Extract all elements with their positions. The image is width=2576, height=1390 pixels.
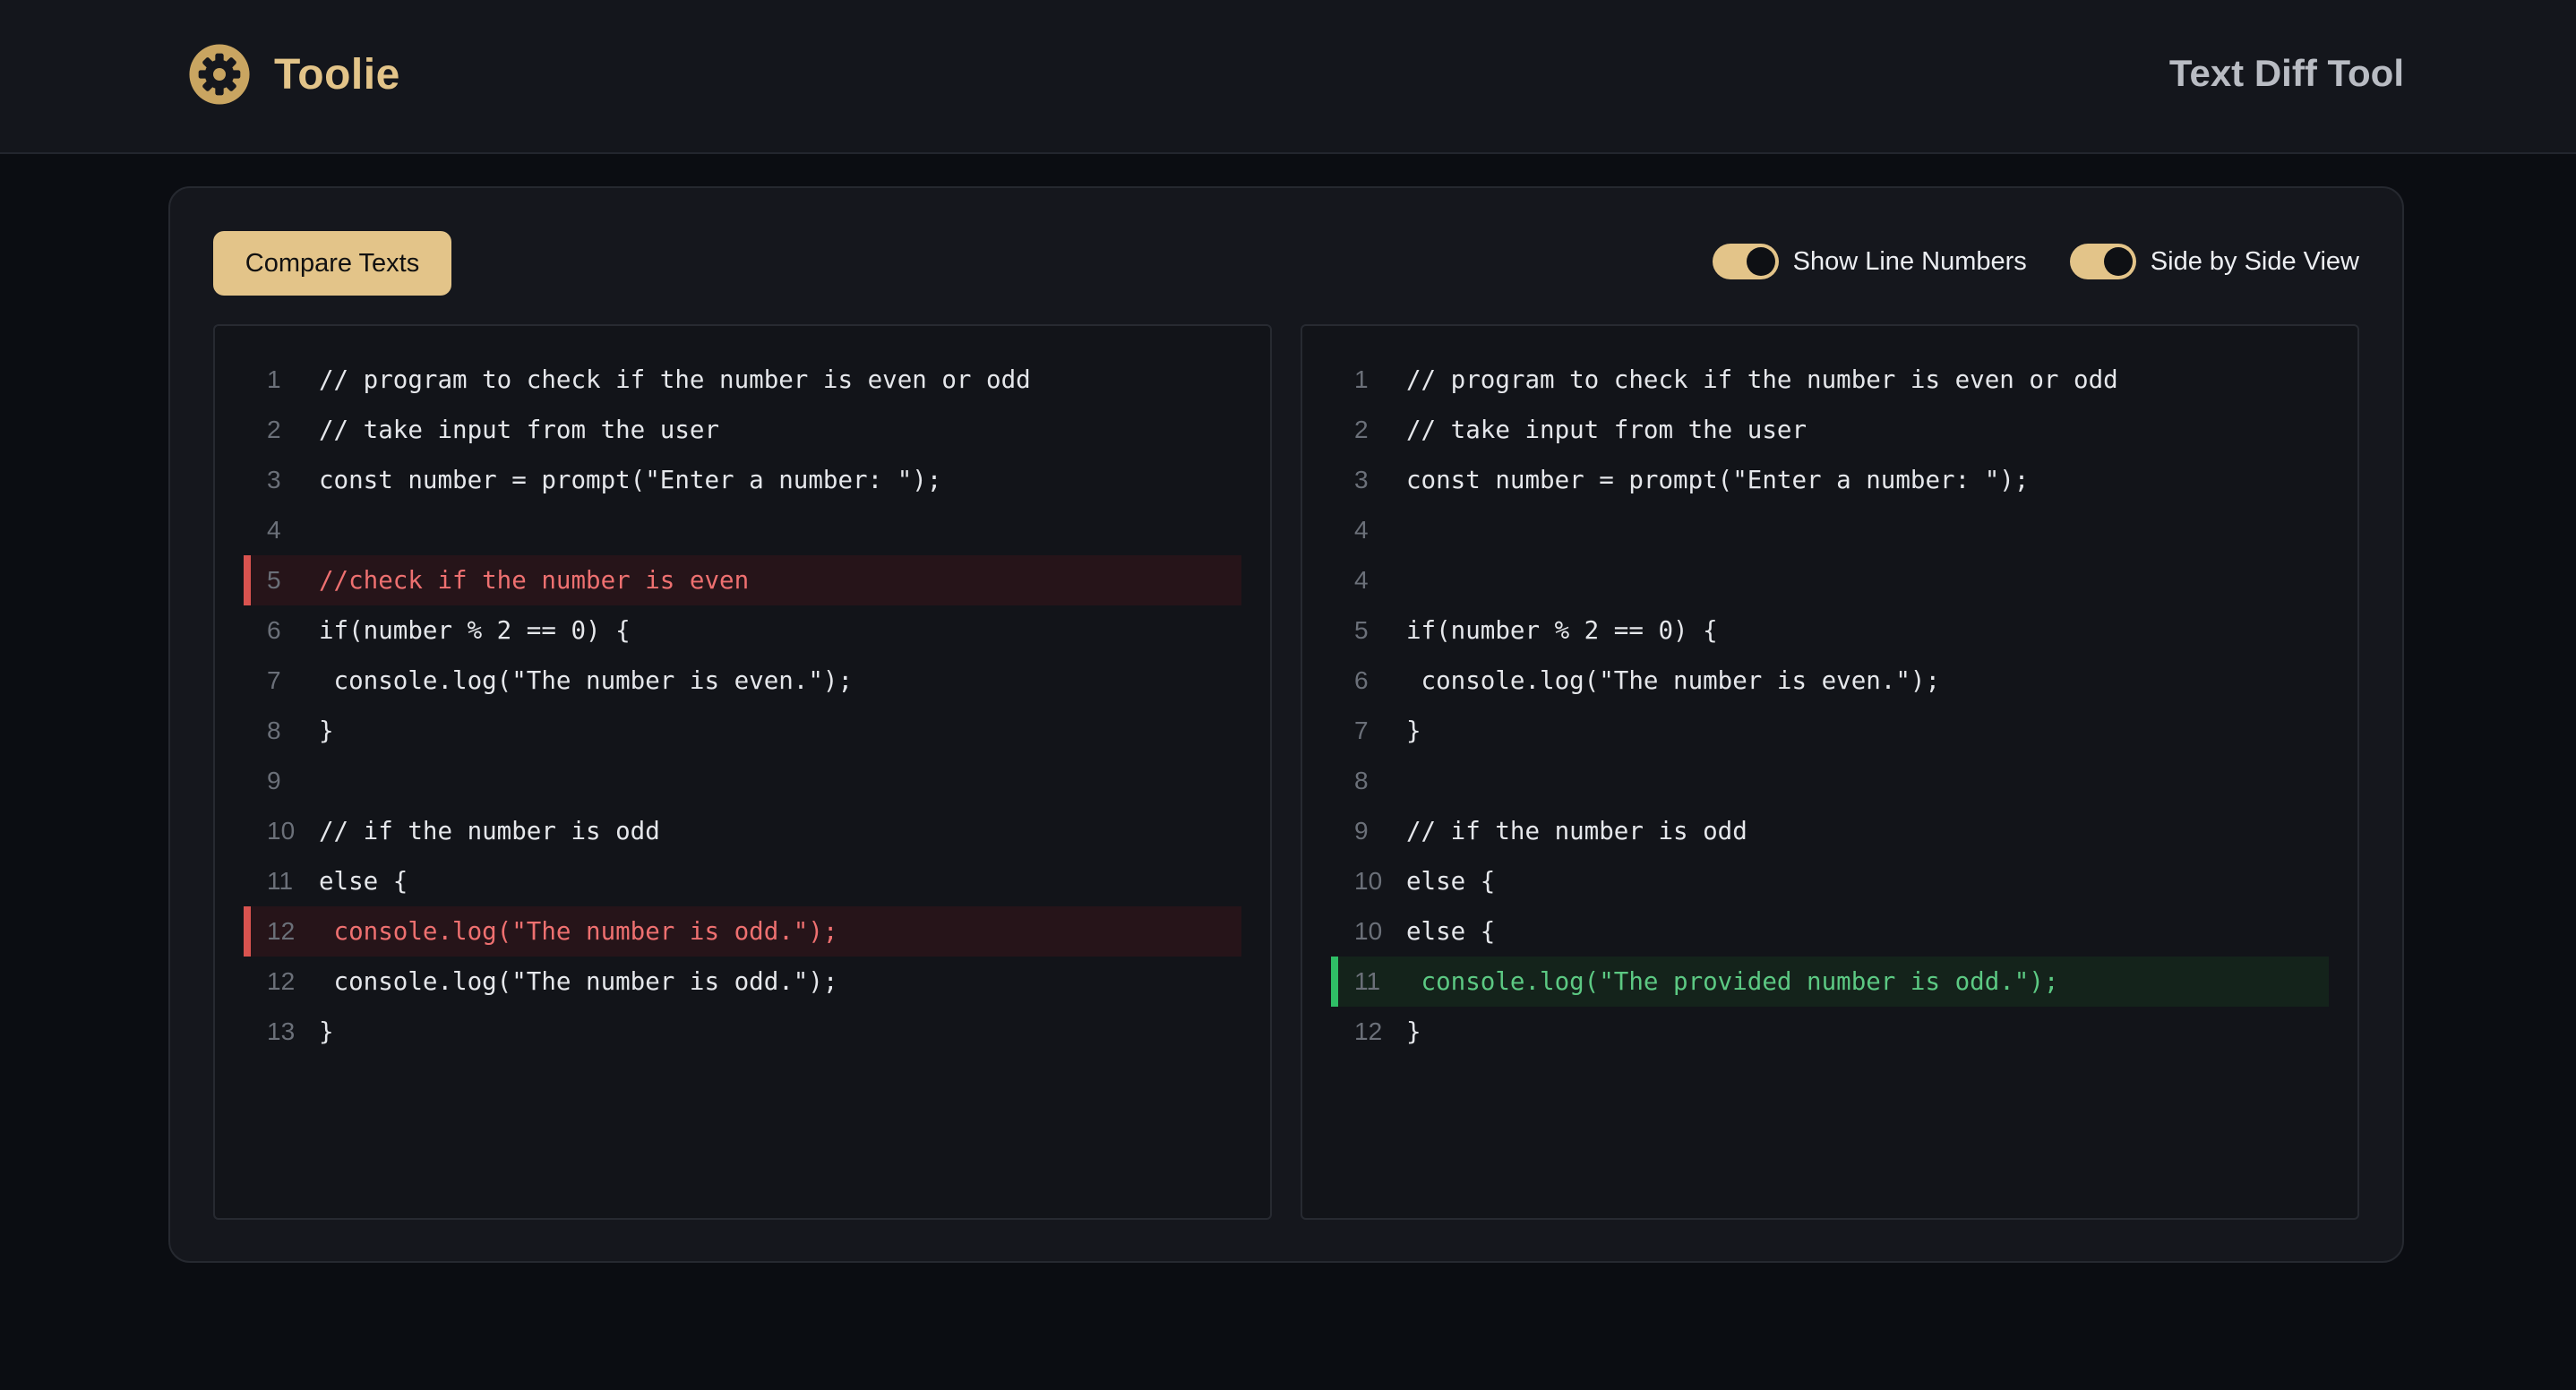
line-number: 11 <box>1354 967 1381 995</box>
side-by-side-option: Side by Side View <box>2069 244 2359 279</box>
toggle-knob <box>2103 247 2133 276</box>
view-options: Show Line Numbers Side by Side View <box>1712 244 2359 279</box>
line-text: } <box>319 1017 334 1046</box>
diff-line: 11 else { <box>244 856 1241 906</box>
line-text: const number = prompt("Enter a number: "… <box>1406 466 2030 494</box>
diff-line-added: 11 console.log("The provided number is o… <box>1331 957 2329 1007</box>
line-number: 3 <box>1354 466 1369 493</box>
brand[interactable]: Toolie <box>188 43 400 106</box>
line-number: 10 <box>1354 917 1383 945</box>
line-number: 2 <box>267 416 281 443</box>
diff-line: 1 // program to check if the number is ev… <box>1331 355 2329 405</box>
line-text: } <box>319 716 334 745</box>
line-text: console.log("The provided number is odd.… <box>1406 967 2059 996</box>
line-text: // take input from the user <box>1406 416 1807 444</box>
line-number: 9 <box>267 767 281 794</box>
line-text: console.log("The number is even."); <box>1406 666 1941 695</box>
line-text: // take input from the user <box>319 416 720 444</box>
diff-line: 4 <box>1331 505 2329 555</box>
line-text: // if the number is odd <box>319 817 660 845</box>
line-number: 8 <box>1354 767 1369 794</box>
side-by-side-toggle[interactable] <box>2069 244 2136 279</box>
diff-line: 4 <box>244 505 1241 555</box>
show-line-numbers-option: Show Line Numbers <box>1712 244 2027 279</box>
line-number: 1 <box>267 365 281 393</box>
diff-line: 3 const number = prompt("Enter a number: … <box>244 455 1241 505</box>
diff-line: 10 else { <box>1331 856 2329 906</box>
diff-line-removed: 5 //check if the number is even <box>244 555 1241 605</box>
show-line-numbers-toggle[interactable] <box>1712 244 1779 279</box>
line-text: if(number % 2 == 0) { <box>1406 616 1718 645</box>
original-text-editor[interactable]: 1 // program to check if the number is ev… <box>213 324 1272 1220</box>
line-text: else { <box>1406 867 1496 896</box>
page-title: Text Diff Tool <box>2168 52 2404 94</box>
side-by-side-label: Side by Side View <box>2150 246 2359 276</box>
compare-texts-button[interactable]: Compare Texts <box>213 231 451 296</box>
line-number: 10 <box>1354 867 1383 895</box>
line-number: 2 <box>1354 416 1369 443</box>
diff-line: 9 <box>244 756 1241 806</box>
line-text: if(number % 2 == 0) { <box>319 616 631 645</box>
line-text: // program to check if the number is eve… <box>319 365 1031 394</box>
line-number: 4 <box>1354 566 1369 594</box>
line-number: 9 <box>1354 817 1369 845</box>
line-number: 12 <box>267 917 296 945</box>
gear-icon <box>189 44 250 105</box>
line-number: 11 <box>267 867 294 895</box>
original-lines: 1 // program to check if the number is ev… <box>244 355 1241 1057</box>
line-text: const number = prompt("Enter a number: "… <box>319 466 942 494</box>
line-number: 5 <box>267 566 281 594</box>
diff-line: 7} <box>1331 706 2329 756</box>
diff-line-removed: 12 console.log("The number is odd."); <box>244 906 1241 957</box>
diff-line: 6 if(number % 2 == 0) { <box>244 605 1241 656</box>
line-number: 10 <box>267 817 296 845</box>
line-number: 5 <box>1354 616 1369 644</box>
modified-lines: 1 // program to check if the number is ev… <box>1331 355 2329 1057</box>
line-number: 4 <box>1354 516 1369 544</box>
diff-line: 10 else { <box>1331 906 2329 957</box>
show-line-numbers-label: Show Line Numbers <box>1792 246 2027 276</box>
diff-line: 7 console.log("The number is even."); <box>244 656 1241 706</box>
line-text: // program to check if the number is eve… <box>1406 365 2118 394</box>
diff-line: 4 <box>1331 555 2329 605</box>
line-text: else { <box>1406 917 1496 946</box>
line-number: 7 <box>267 666 281 694</box>
line-number: 6 <box>1354 666 1369 694</box>
line-number: 13 <box>267 1017 296 1045</box>
diff-line: 5 if(number % 2 == 0) { <box>1331 605 2329 656</box>
line-text: } <box>1406 1017 1421 1046</box>
line-text: //check if the number is even <box>319 566 750 595</box>
diff-line: 3 const number = prompt("Enter a number: … <box>1331 455 2329 505</box>
brand-name: Toolie <box>274 50 400 99</box>
diff-panel: Compare Texts Show Line Numbers Side by … <box>168 186 2404 1263</box>
diff-line: 2 // take input from the user <box>1331 405 2329 455</box>
line-number: 7 <box>1354 716 1369 744</box>
line-text: } <box>1406 716 1421 745</box>
diff-line: 12} <box>1331 1007 2329 1057</box>
toggle-knob <box>1746 247 1775 276</box>
diff-line: 8 <box>1331 756 2329 806</box>
line-text: console.log("The number is even."); <box>319 666 854 695</box>
line-number: 3 <box>267 466 281 493</box>
line-number: 4 <box>267 516 281 544</box>
diff-line: 12 console.log("The number is odd."); <box>244 957 1241 1007</box>
app-header: Toolie Text Diff Tool <box>0 0 2576 154</box>
line-number: 12 <box>267 967 296 995</box>
diff-line: 8} <box>244 706 1241 756</box>
diff-line: 9 // if the number is odd <box>1331 806 2329 856</box>
diff-line: 13} <box>244 1007 1241 1057</box>
line-text: else { <box>319 867 408 896</box>
diff-line: 6 console.log("The number is even."); <box>1331 656 2329 706</box>
line-number: 12 <box>1354 1017 1383 1045</box>
diff-line: 2 // take input from the user <box>244 405 1241 455</box>
line-text: console.log("The number is odd."); <box>319 967 838 996</box>
modified-text-editor[interactable]: 1 // program to check if the number is ev… <box>1301 324 2359 1220</box>
diff-line: 1 // program to check if the number is ev… <box>244 355 1241 405</box>
diff-line: 10 // if the number is odd <box>244 806 1241 856</box>
line-text: // if the number is odd <box>1406 817 1747 845</box>
line-number: 8 <box>267 716 281 744</box>
line-number: 1 <box>1354 365 1369 393</box>
line-text: console.log("The number is odd."); <box>319 917 838 946</box>
line-number: 6 <box>267 616 281 644</box>
